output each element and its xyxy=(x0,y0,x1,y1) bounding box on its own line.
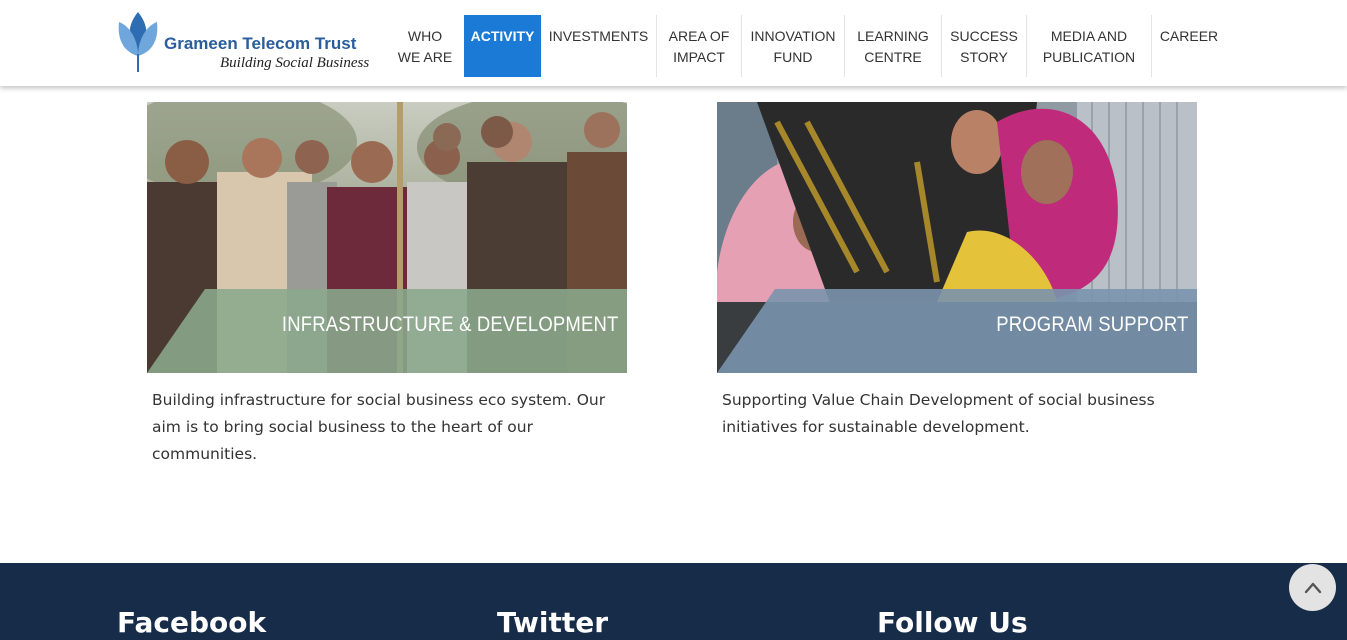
lotus-logo-icon xyxy=(118,12,158,72)
nav-item-innovation-fund[interactable]: INNOVATION FUND xyxy=(741,15,844,77)
card-image[interactable]: INFRASTRUCTURE & DEVELOPMENT xyxy=(147,102,627,373)
scroll-to-top-button[interactable] xyxy=(1289,564,1336,611)
nav-item-area-of-impact[interactable]: AREA OF IMPACT xyxy=(656,15,741,77)
brand-tagline: Building Social Business xyxy=(220,55,370,71)
card-title[interactable]: PROGRAM SUPPORT xyxy=(996,313,1188,337)
nav-item-investments[interactable]: INVESTMENTS xyxy=(541,15,656,77)
chevron-up-icon xyxy=(1304,582,1321,593)
nav-item-who-we-are[interactable]: WHO WE ARE xyxy=(386,15,464,77)
footer-heading-follow-us: Follow Us xyxy=(877,606,1028,639)
site-header: Grameen Telecom Trust Building Social Bu… xyxy=(0,0,1347,86)
nav-item-career[interactable]: CAREER xyxy=(1151,15,1226,77)
nav-item-success-story[interactable]: SUCCESS STORY xyxy=(941,15,1026,77)
nav-item-media-and-publication[interactable]: MEDIA AND PUBLICATION xyxy=(1026,15,1151,77)
nav-item-learning-centre[interactable]: LEARNING CENTRE xyxy=(844,15,941,77)
site-logo[interactable]: Grameen Telecom Trust Building Social Bu… xyxy=(116,10,370,76)
page: Grameen Telecom Trust Building Social Bu… xyxy=(0,0,1347,640)
brand-name: Grameen Telecom Trust xyxy=(164,34,357,53)
activity-card-program-support[interactable]: PROGRAM SUPPORT Supporting Value Chain D… xyxy=(717,102,1197,441)
footer-heading-facebook: Facebook xyxy=(117,606,267,639)
site-footer: Facebook Twitter Follow Us xyxy=(0,563,1347,640)
card-image[interactable]: PROGRAM SUPPORT xyxy=(717,102,1197,373)
footer-heading-twitter: Twitter xyxy=(497,606,609,639)
card-description: Building infrastructure for social busin… xyxy=(152,391,606,463)
activity-card-infrastructure[interactable]: INFRASTRUCTURE & DEVELOPMENT Building in… xyxy=(147,102,627,468)
card-description: Supporting Value Chain Development of so… xyxy=(722,391,1155,436)
nav-item-activity[interactable]: ACTIVITY xyxy=(464,15,541,77)
card-title[interactable]: INFRASTRUCTURE & DEVELOPMENT xyxy=(281,313,618,337)
